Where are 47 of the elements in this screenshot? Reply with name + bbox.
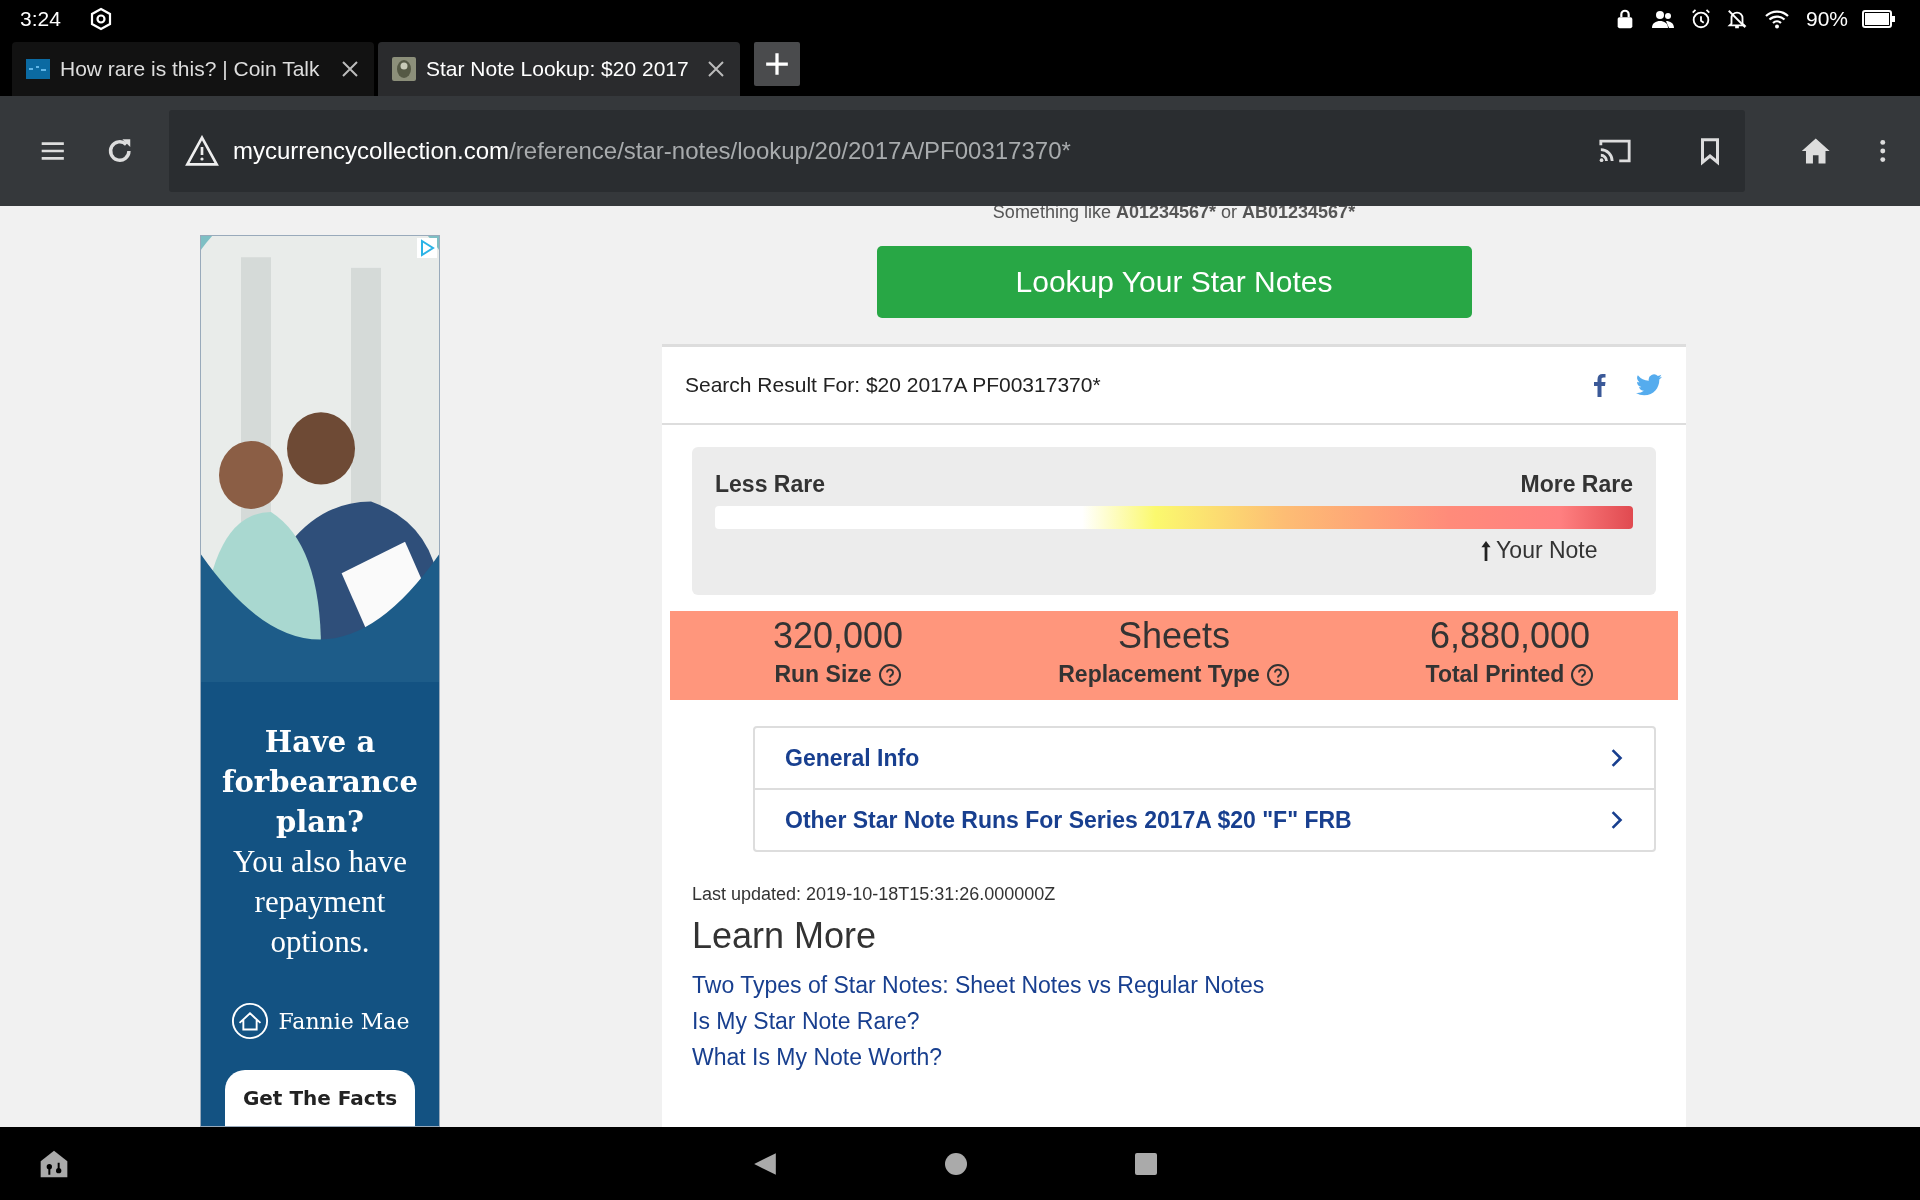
ad-body-text: You also have repayment options. — [231, 843, 409, 961]
more-rare-label: More Rare — [1520, 471, 1633, 498]
browser-tab[interactable]: How rare is this? | Coin Talk — [12, 42, 374, 96]
close-icon[interactable] — [340, 59, 360, 79]
brand-name: Fannie Mae — [278, 1008, 410, 1034]
url-text: mycurrencycollection.com/reference/star-notes/lookup/20/2017A/PF00317370* — [233, 137, 1071, 165]
chevron-icon — [1610, 747, 1624, 769]
facebook-icon[interactable] — [1593, 373, 1606, 397]
result-title: Search Result For: $20 2017A PF00317370* — [685, 373, 1102, 397]
get-facts-button[interactable]: Get The Facts — [225, 1070, 415, 1126]
address-bar[interactable]: mycurrencycollection.com/reference/star-notes/lookup/20/2017A/PF00317370* — [169, 110, 1745, 192]
article-link[interactable]: What Is My Note Worth? — [692, 1039, 943, 1075]
accordion-item[interactable]: Other Star Note Runs For Series 2017A $20 "F" FRB — [755, 788, 1654, 850]
help-icon[interactable] — [877, 662, 902, 687]
article-link[interactable]: Is My Star Note Rare? — [692, 1003, 920, 1039]
chevron-icon — [1610, 809, 1624, 831]
house-logo-icon — [230, 1002, 269, 1040]
close-icon[interactable] — [706, 59, 726, 79]
help-icon[interactable] — [1265, 662, 1290, 687]
your-note-label: Your Note — [1496, 537, 1598, 564]
battery-percent: 90% — [1805, 6, 1848, 31]
favicon-icon — [26, 59, 50, 79]
article-link[interactable]: Two Types of Star Notes: Sheet Notes vs Regular Notes — [692, 967, 1265, 1003]
browser-tab[interactable]: Star Note Lookup: $20 2017 — [378, 42, 740, 96]
stat-value: Sheets — [1117, 614, 1231, 658]
stat-value: 6,880,000 — [1429, 614, 1591, 658]
new-tab-button[interactable] — [754, 42, 800, 86]
last-updated-text: Last updated: 2019-10-18T15:31:26.000000Z — [692, 884, 1057, 905]
warning-icon — [185, 135, 220, 167]
recents-icon[interactable] — [1134, 1151, 1158, 1176]
ad-banner[interactable]: Have a forbearance plan? You also have repayment options. Fannie Mae Get The Facts — [200, 235, 440, 1127]
ad-headline: Have a forbearance plan? — [221, 724, 419, 841]
less-rare-label: Less Rare — [715, 471, 825, 498]
plus-icon — [764, 51, 790, 77]
hexagon-icon — [88, 6, 113, 31]
bell-off-icon — [1725, 7, 1748, 30]
stat-label: Run Size — [774, 661, 872, 688]
favicon-icon — [392, 57, 416, 81]
clock-time: 3:24 — [20, 6, 61, 31]
battery-icon — [1862, 9, 1896, 28]
home-button-icon[interactable] — [944, 1151, 968, 1176]
stat-value: 320,000 — [772, 614, 904, 658]
learn-more-heading: Learn More — [692, 915, 878, 957]
accordion-item[interactable]: General Info — [755, 728, 1654, 788]
help-icon[interactable] — [1570, 662, 1595, 687]
stat-label: Replacement Type — [1058, 661, 1260, 688]
stat-label: Total Printed — [1425, 661, 1565, 688]
